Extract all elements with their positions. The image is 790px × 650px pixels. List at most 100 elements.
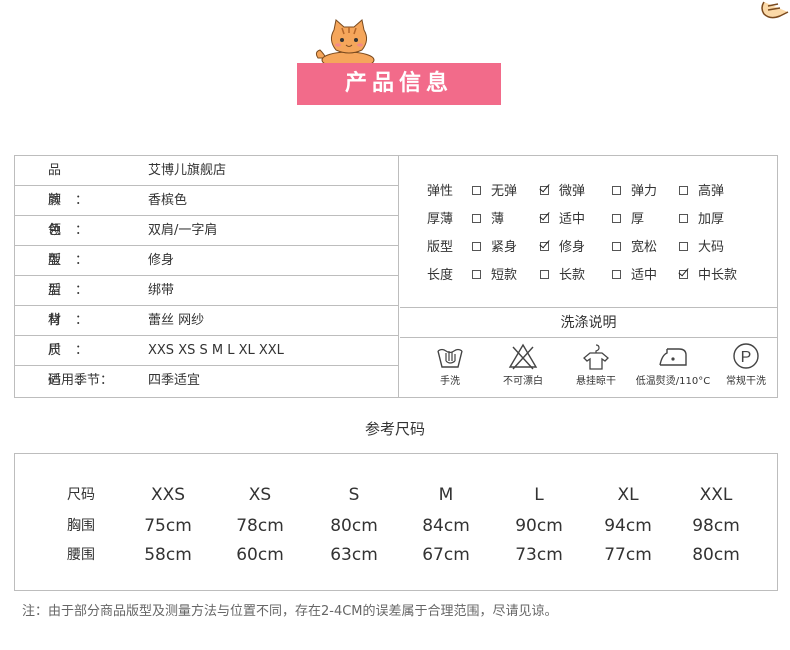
attr-option-label: 厚 <box>631 212 645 227</box>
info-row-material: 材质： 蕾丝 网纱 <box>15 306 399 358</box>
info-row-brand: 品牌： 艾博儿旗舰店 <box>15 156 399 208</box>
checkbox-icon <box>679 214 688 223</box>
size-row-label: 胸围 <box>67 518 95 534</box>
checkbox-checked-icon <box>540 242 549 251</box>
attr-option-label: 大码 <box>698 240 725 255</box>
size-cell: 80cm <box>692 545 740 565</box>
attr-option-label: 中长款 <box>698 268 738 283</box>
attr-option: 弹力 <box>612 178 657 206</box>
info-row-back: 后背： 绑带 <box>15 276 399 328</box>
wash-label: 常规干洗 <box>726 376 766 387</box>
attr-option: 适中 <box>612 262 657 290</box>
size-chart-table: 尺码 XXS XS S M L XL XXL 胸围 75cm 78cm 80cm… <box>14 453 778 591</box>
size-header-label: 尺码 <box>67 487 95 503</box>
checkbox-icon <box>472 214 481 223</box>
attr-row-fit: 版型 紧身 修身 宽松 大码 <box>400 234 777 262</box>
attr-option: 短款 <box>472 262 517 290</box>
low-iron-icon <box>659 348 687 366</box>
size-cell: 67cm <box>422 545 470 565</box>
info-value: 蕾丝 网纱 <box>148 313 205 328</box>
attr-option-label: 长款 <box>559 268 586 283</box>
attr-option: 薄 <box>472 206 504 234</box>
size-cell: 60cm <box>236 545 284 565</box>
wash-item: P 常规干洗 <box>711 341 781 387</box>
product-info-table: 品牌： 艾博儿旗舰店 颜色： 香槟色 领型： 双肩/一字肩 版型： 修身 后背：… <box>14 155 778 398</box>
checkbox-checked-icon <box>540 214 549 223</box>
size-cell: XXL <box>699 485 733 505</box>
checkbox-icon <box>540 270 549 279</box>
checkbox-icon <box>679 186 688 195</box>
wash-item: 悬挂晾干 <box>561 341 631 387</box>
checkbox-checked-icon <box>679 270 688 279</box>
info-row-color: 颜色： 香槟色 <box>15 186 399 238</box>
size-cell: S <box>348 485 360 505</box>
attr-label: 弹性 <box>427 184 454 199</box>
size-row-label: 腰围 <box>67 547 95 563</box>
wash-label: 悬挂晾干 <box>576 376 616 387</box>
checkbox-icon <box>612 270 621 279</box>
attr-option-label: 弹力 <box>631 184 658 199</box>
wash-item: 不可漂白 <box>488 341 558 387</box>
checkbox-checked-icon <box>540 186 549 195</box>
attr-row-thickness: 厚薄 薄 适中 厚 加厚 <box>400 206 777 234</box>
size-cell: 90cm <box>515 516 563 536</box>
wash-icons: 手洗 不可漂白 悬挂晾干 低温熨烫/110°C P 常规干洗 <box>400 339 777 397</box>
attr-option-label: 适中 <box>559 212 586 227</box>
attr-option: 紧身 <box>472 234 517 262</box>
size-cell: 78cm <box>236 516 284 536</box>
page-title: 产品信息 <box>297 63 501 105</box>
info-row-fit: 版型： 修身 <box>15 246 399 298</box>
disclaimer-note: 注：由于部分商品版型及测量方法与位置不同，存在2-4CM的误差属于合理范围，尽请… <box>22 604 558 619</box>
info-row-season: 适用季节： 四季适宜 <box>15 366 399 396</box>
checkbox-icon <box>472 270 481 279</box>
hand-wash-icon <box>437 348 463 368</box>
attr-option-label: 加厚 <box>698 212 725 227</box>
dry-clean-icon: P <box>733 343 759 369</box>
size-cell: 63cm <box>330 545 378 565</box>
size-cell: M <box>438 485 454 505</box>
attribute-panel: 弹性 无弹 微弹 弹力 高弹 厚薄 薄 适中 厚 加厚 版型 紧身 修身 宽松 … <box>400 156 777 308</box>
checkbox-icon <box>472 186 481 195</box>
wash-label: 低温熨烫/110°C <box>635 376 711 387</box>
info-row-size: 尺码： XXS XS S M L XL XXL <box>15 336 399 388</box>
attr-label: 长度 <box>427 268 454 283</box>
size-cell: 94cm <box>604 516 652 536</box>
size-chart-title: 参考尺码 <box>364 420 425 438</box>
size-cell: 75cm <box>144 516 192 536</box>
attr-option: 加厚 <box>679 206 724 234</box>
attr-option: 宽松 <box>612 234 657 262</box>
wash-label: 手洗 <box>440 376 460 387</box>
attr-option: 大码 <box>679 234 724 262</box>
info-label: 适用季节： <box>48 373 114 388</box>
attr-label: 厚薄 <box>427 212 454 227</box>
attr-option: 修身 <box>540 234 585 262</box>
attr-option: 无弹 <box>472 178 517 206</box>
attr-option-label: 薄 <box>491 212 505 227</box>
size-cell: 80cm <box>330 516 378 536</box>
size-cell: XS <box>248 485 272 505</box>
wash-title: 洗涤说明 <box>400 308 777 338</box>
no-bleach-icon <box>508 343 538 370</box>
attr-option: 中长款 <box>679 262 737 290</box>
info-value: 双肩/一字肩 <box>148 223 218 238</box>
checkbox-icon <box>612 214 621 223</box>
size-cell: XL <box>617 485 639 505</box>
size-row-waist: 腰围 58cm 60cm 63cm 67cm 73cm 77cm 80cm <box>15 541 777 569</box>
attr-option-label: 微弹 <box>559 184 586 199</box>
attr-option: 适中 <box>540 206 585 234</box>
size-row-bust: 胸围 75cm 78cm 80cm 84cm 90cm 94cm 98cm <box>15 512 777 540</box>
size-cell: 84cm <box>422 516 470 536</box>
size-cell: 98cm <box>692 516 740 536</box>
info-row-collar: 领型： 双肩/一字肩 <box>15 216 399 268</box>
size-cell: XXS <box>150 485 186 505</box>
size-cell: L <box>534 485 544 505</box>
attr-label: 版型 <box>427 240 454 255</box>
info-list: 品牌： 艾博儿旗舰店 颜色： 香槟色 领型： 双肩/一字肩 版型： 修身 后背：… <box>15 156 399 397</box>
attr-option-label: 短款 <box>491 268 518 283</box>
checkbox-icon <box>472 242 481 251</box>
attr-option: 长款 <box>540 262 585 290</box>
size-cell: 73cm <box>515 545 563 565</box>
wash-item: 低温熨烫/110°C <box>634 341 712 387</box>
attr-option-label: 修身 <box>559 240 586 255</box>
info-value: 艾博儿旗舰店 <box>148 163 227 178</box>
